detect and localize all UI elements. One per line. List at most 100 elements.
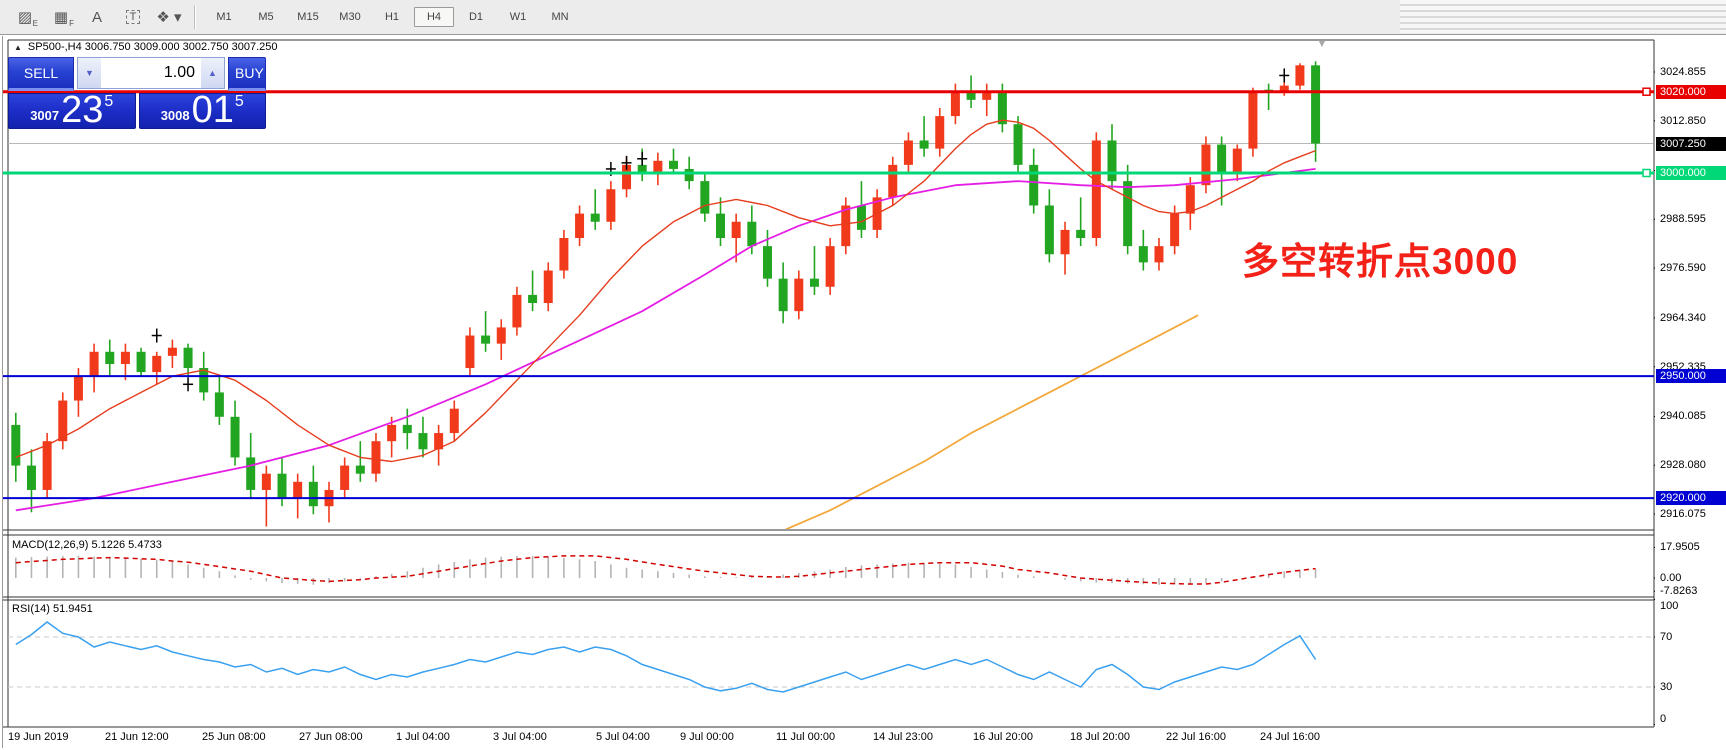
timeframe-button-m5[interactable]: M5 (246, 7, 286, 27)
price-tick-label: 2928.080 (1660, 459, 1706, 471)
candle-down (1217, 145, 1226, 173)
candle-up (450, 409, 459, 433)
candle-up (1248, 92, 1257, 149)
timeframe-button-d1[interactable]: D1 (456, 7, 496, 27)
chart-symbol-header[interactable]: ▲ SP500-,H4 3006.750 3009.000 3002.750 3… (14, 41, 277, 53)
time-axis-label: 19 Jun 2019 (8, 731, 69, 743)
volume-spinner: ▼ ▲ (77, 57, 225, 89)
candle-up (512, 295, 521, 328)
time-axis-label: 14 Jul 23:00 (873, 731, 933, 743)
candle-down (763, 246, 772, 279)
sell-price-pip-fraction: 5 (104, 93, 113, 111)
candle-up (387, 425, 396, 441)
price-tick-label: 2916.075 (1660, 508, 1706, 520)
candle-up (653, 161, 662, 173)
candle-up (1092, 140, 1101, 238)
timeframe-button-mn[interactable]: MN (540, 7, 580, 27)
macd-tick-label: 0.00 (1660, 572, 1681, 584)
sell-price-big-digits: 23 (61, 93, 103, 127)
volume-input[interactable] (101, 58, 201, 88)
candle-down (278, 474, 287, 498)
color-scheme-dropdown-icon[interactable]: ❖ ▾ (154, 5, 184, 29)
candle-up (935, 116, 944, 149)
candle-down (27, 466, 36, 490)
timeframe-button-m1[interactable]: M1 (204, 7, 244, 27)
candle-up (262, 474, 271, 490)
current-price-badge: 3007.250 (1656, 137, 1726, 151)
candle-down (1029, 165, 1038, 206)
buy-price-big-digits: 01 (192, 93, 234, 127)
time-axis-label: 27 Jun 08:00 (299, 731, 363, 743)
candle-up (888, 165, 897, 198)
chart-background (8, 40, 1654, 750)
candle-down (810, 279, 819, 287)
price-tick-label: 2988.595 (1660, 213, 1706, 225)
rsi-tick-label: 30 (1660, 681, 1672, 693)
price-badge-3020: 3020.000 (1656, 85, 1726, 99)
candle-down (418, 433, 427, 449)
time-axis-label: 21 Jun 12:00 (105, 731, 169, 743)
price-tick-label: 3012.850 (1660, 115, 1706, 127)
rsi-tick-label: 100 (1660, 600, 1678, 612)
time-axis-label: 25 Jun 08:00 (202, 731, 266, 743)
collapse-arrow-icon[interactable]: ▲ (14, 43, 22, 52)
time-axis-label: 11 Jul 00:00 (776, 731, 835, 743)
candle-up (559, 238, 568, 271)
candle-down (1076, 230, 1085, 238)
candle-down (11, 425, 20, 466)
candle-down (403, 425, 412, 433)
timeframe-button-w1[interactable]: W1 (498, 7, 538, 27)
candle-up (497, 327, 506, 343)
candle-up (1170, 214, 1179, 247)
sell-price-display[interactable]: 3007 23 5 (8, 93, 136, 129)
chart-text-annotation: 多空转折点3000 (1242, 231, 1518, 285)
candle-down (700, 181, 709, 214)
candle-down (309, 482, 318, 506)
candle-up (43, 441, 52, 490)
time-axis-label: 3 Jul 04:00 (493, 731, 547, 743)
candle-up (794, 279, 803, 312)
candle-up (371, 441, 380, 474)
scroll-to-end-marker-icon[interactable]: ▼ (1316, 36, 1328, 50)
candle-down (685, 169, 694, 181)
rsi-indicator-label: RSI(14) 51.9451 (12, 603, 93, 615)
buy-button[interactable]: BUY (228, 57, 266, 91)
symbol-ohlc-text: SP500-,H4 3006.750 3009.000 3002.750 300… (28, 41, 278, 53)
candle-up (544, 271, 553, 304)
candle-down (246, 457, 255, 490)
grid-tool-icon[interactable]: ▦F (46, 5, 76, 29)
candle-down (1123, 181, 1132, 246)
volume-decrease-button[interactable]: ▼ (78, 58, 101, 88)
price-tick-label: 2940.085 (1660, 410, 1706, 422)
text-box-tool-icon[interactable]: T (118, 5, 148, 29)
volume-increase-button[interactable]: ▲ (201, 58, 224, 88)
price-tick-label: 2964.340 (1660, 312, 1706, 324)
price-badge-2920: 2920.000 (1656, 491, 1726, 505)
timeframe-buttons-group: M1M5M15M30H1H4D1W1MN (204, 7, 582, 27)
timeframe-button-m30[interactable]: M30 (330, 7, 370, 27)
pattern-draw-tool-icon[interactable]: ▨E (10, 5, 40, 29)
mt4-trading-platform: { "toolbar": { "icons": [ {"name": "patt… (0, 0, 1726, 750)
macd-tick-label: 17.9505 (1660, 541, 1700, 553)
price-badge-3000: 3000.000 (1656, 166, 1726, 180)
sell-button[interactable]: SELL (8, 57, 74, 91)
hline-handle-3020[interactable] (1643, 88, 1650, 95)
candle-up (826, 246, 835, 287)
timeframe-button-h4[interactable]: H4 (414, 7, 454, 27)
window-left-edge (2, 36, 3, 748)
candle-down (669, 161, 678, 169)
text-label-tool-icon[interactable]: A (82, 5, 112, 29)
drawing-tools-group: ▨E▦FAT❖ ▾ (0, 5, 184, 29)
candle-up (1154, 246, 1163, 262)
candle-down (857, 206, 866, 230)
timeframe-button-h1[interactable]: H1 (372, 7, 412, 27)
time-axis-label: 18 Jul 20:00 (1070, 731, 1130, 743)
buy-price-display[interactable]: 3008 01 5 (139, 93, 267, 129)
candle-up (606, 189, 615, 222)
candle-down (1014, 124, 1023, 165)
rsi-tick-label: 0 (1660, 713, 1666, 725)
hline-handle-3000[interactable] (1643, 169, 1650, 176)
timeframe-button-m15[interactable]: M15 (288, 7, 328, 27)
macd-indicator-label: MACD(12,26,9) 5.1226 5.4733 (12, 539, 162, 551)
candle-down (231, 417, 240, 458)
